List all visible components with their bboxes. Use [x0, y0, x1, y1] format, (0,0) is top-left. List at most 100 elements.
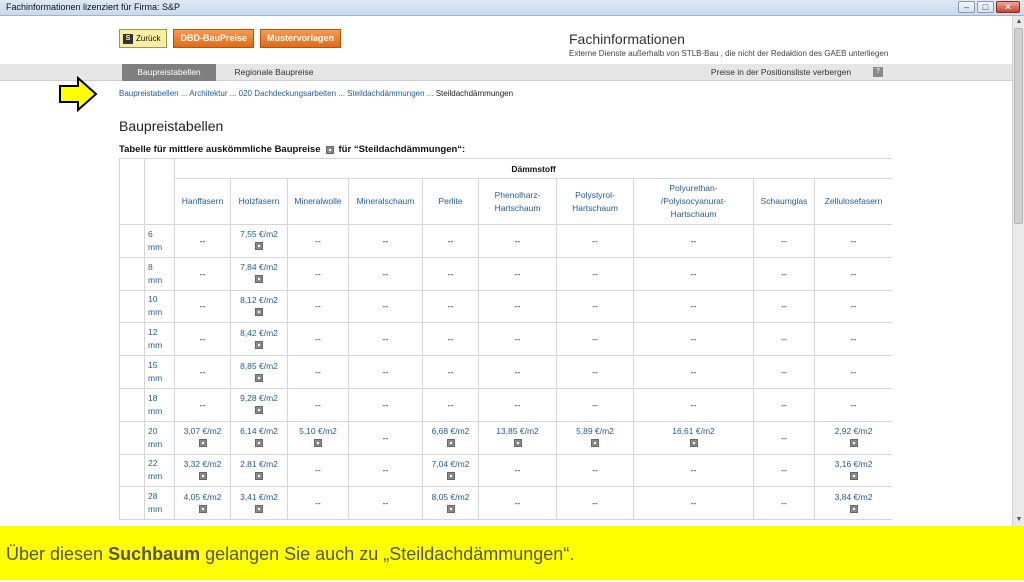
info-icon[interactable]	[255, 340, 263, 349]
empty-cell: --	[753, 289, 815, 324]
info-icon[interactable]	[849, 471, 858, 480]
price-value[interactable]: 13,85 €/m2	[496, 426, 539, 436]
size-cell[interactable]: 20 mm	[144, 420, 175, 455]
help-icon[interactable]: ?	[873, 67, 883, 77]
column-header[interactable]: Polystyrol- Hartschaum	[556, 178, 634, 225]
table-body: 6 mm -- 7,55 €/m2 -- -- -- -- -- -- -- -- 8 mm -- 7,84 …	[119, 224, 892, 521]
dbd-baupreise-button[interactable]: DBD-BauPreise	[173, 29, 254, 48]
price-value[interactable]: 2,81 €/m2	[240, 459, 278, 469]
empty-value: --	[315, 334, 321, 345]
row-spacer-cell	[119, 486, 145, 521]
info-icon[interactable]	[446, 471, 455, 480]
info-icon[interactable]	[446, 439, 455, 448]
info-icon[interactable]	[325, 145, 334, 154]
info-icon[interactable]	[446, 504, 455, 513]
info-icon[interactable]	[255, 471, 263, 480]
price-value[interactable]: 6,14 €/m2	[240, 426, 278, 436]
empty-cell: --	[478, 289, 557, 324]
column-header-label: Hartschaum	[494, 202, 541, 213]
info-icon[interactable]	[314, 439, 322, 448]
info-icon[interactable]	[255, 275, 263, 284]
column-header[interactable]: Perlite	[422, 178, 479, 225]
size-cell[interactable]: 10 mm	[144, 289, 175, 324]
breadcrumb-link-steildachdaemmungen[interactable]: Steildachdämmungen	[347, 89, 424, 98]
page-title: Baupreistabellen	[119, 118, 224, 134]
price-value[interactable]: 3,16 €/m2	[835, 459, 873, 469]
info-icon[interactable]	[255, 373, 263, 382]
info-icon[interactable]	[513, 439, 522, 448]
breadcrumb-link-architektur[interactable]: Architektur	[189, 89, 227, 98]
column-header-label: Hartschaum	[572, 202, 618, 213]
price-value[interactable]: 3,32 €/m2	[184, 459, 222, 469]
price-value[interactable]: 7,04 €/m2	[432, 459, 470, 469]
size-cell[interactable]: 15 mm	[144, 355, 175, 389]
hide-prices-toggle[interactable]: Preise in der Positionsliste verbergen	[708, 64, 854, 81]
column-header[interactable]: Phenolharz- Hartschaum	[478, 178, 557, 225]
price-value[interactable]: 2,92 €/m2	[835, 426, 873, 436]
price-value[interactable]: 9,28 €/m2	[240, 393, 278, 403]
column-header[interactable]: Zellulosefasern	[813, 178, 892, 225]
info-icon[interactable]	[198, 504, 207, 513]
info-icon[interactable]	[591, 439, 599, 448]
empty-cell: --	[478, 486, 557, 521]
empty-cell: --	[174, 355, 231, 389]
price-value[interactable]: 8,42 €/m2	[240, 328, 278, 338]
close-icon[interactable]: ✕	[996, 1, 1020, 13]
price-value[interactable]: 5,10 €/m2	[299, 426, 337, 436]
info-icon[interactable]	[255, 439, 263, 448]
info-icon[interactable]	[198, 439, 207, 448]
size-cell[interactable]: 18 mm	[144, 387, 175, 422]
size-cell[interactable]: 6 mm	[144, 224, 175, 258]
column-header[interactable]: Schaumglas	[753, 178, 815, 225]
empty-cell: --	[556, 355, 634, 389]
mustervorlagen-button[interactable]: Mustervorlagen	[259, 29, 342, 48]
maximize-icon[interactable]: □	[977, 1, 994, 13]
price-value[interactable]: 8,05 €/m2	[432, 492, 470, 502]
price-value[interactable]: 7,84 €/m2	[240, 262, 278, 272]
price-value[interactable]: 3,84 €/m2	[835, 492, 873, 502]
info-icon[interactable]	[255, 307, 263, 316]
price-value[interactable]: 7,55 €/m2	[240, 229, 278, 239]
breadcrumb-link-baupreistabellen[interactable]: Baupreistabellen	[119, 89, 179, 98]
caption-text-end: gelangen Sie auch zu „Steildachdämmungen…	[200, 544, 575, 564]
column-header[interactable]: Mineralwolle	[287, 178, 349, 225]
minimize-icon[interactable]: –	[958, 1, 975, 13]
breadcrumb-link-dachdeckungsarbeiten[interactable]: 020 Dachdeckungsarbeiten	[239, 89, 336, 98]
size-label: 6	[148, 228, 153, 239]
info-icon[interactable]	[255, 406, 263, 415]
price-value[interactable]: 8,12 €/m2	[240, 295, 278, 305]
back-button[interactable]: S Zurück	[119, 29, 168, 48]
size-cell[interactable]: 22 mm	[144, 453, 175, 488]
empty-value: --	[514, 235, 521, 246]
empty-cell: --	[287, 486, 349, 521]
price-value[interactable]: 5,89 €/m2	[576, 426, 614, 436]
info-icon[interactable]	[689, 439, 698, 448]
empty-cell: --	[287, 256, 349, 291]
scrollbar-thumb[interactable]	[1014, 28, 1023, 224]
column-header[interactable]: Holzfasern	[230, 178, 288, 225]
price-value[interactable]: 6,68 €/m2	[432, 426, 470, 436]
price-value[interactable]: 3,41 €/m2	[240, 492, 278, 502]
scroll-up-icon[interactable]: ▲	[1015, 18, 1023, 26]
column-header[interactable]: Polyurethan- /Polyisocyanurat- Hartschaum	[633, 178, 754, 225]
info-icon[interactable]	[255, 504, 263, 513]
tab-baupreistabellen[interactable]: Baupreistabellen	[122, 64, 216, 81]
size-cell[interactable]: 12 mm	[144, 322, 175, 357]
size-label: mm	[148, 504, 163, 515]
info-icon[interactable]	[849, 504, 858, 513]
scroll-down-icon[interactable]: ▼	[1015, 516, 1023, 524]
empty-cell: --	[287, 322, 349, 357]
column-header[interactable]: Hanffasern	[174, 178, 231, 225]
info-icon[interactable]	[198, 471, 207, 480]
size-cell[interactable]: 28 mm	[144, 486, 175, 521]
price-value[interactable]: 3,07 €/m2	[184, 426, 222, 436]
column-header[interactable]: Mineralschaum	[348, 178, 423, 225]
vertical-scrollbar[interactable]: ▲ ▼	[1012, 16, 1024, 526]
size-cell[interactable]: 8 mm	[144, 256, 175, 291]
tab-regionale-baupreise[interactable]: Regionale Baupreise	[222, 64, 326, 81]
info-icon[interactable]	[849, 439, 858, 448]
price-value[interactable]: 16,61 €/m2	[672, 426, 715, 436]
info-icon[interactable]	[255, 242, 263, 251]
price-value[interactable]: 4,05 €/m2	[184, 492, 222, 502]
price-value[interactable]: 8,85 €/m2	[240, 361, 278, 371]
